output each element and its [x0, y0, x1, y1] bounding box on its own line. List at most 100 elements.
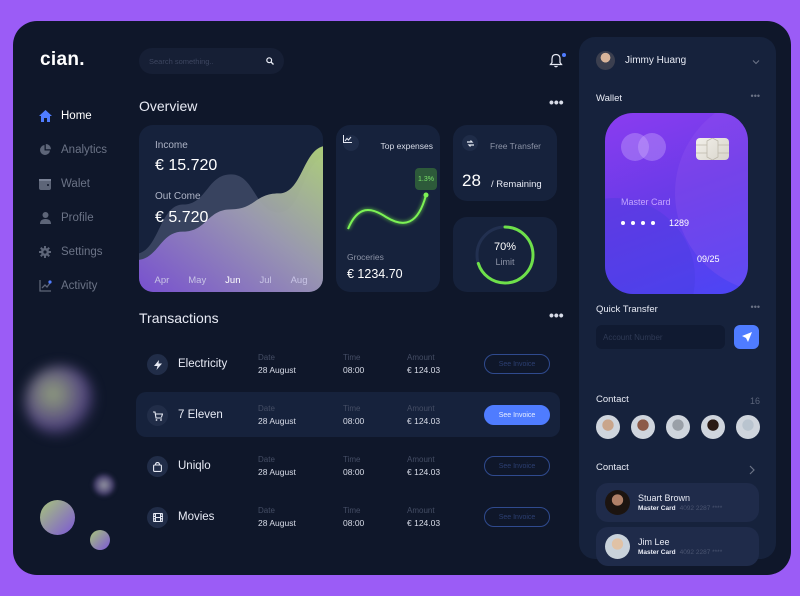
contact-avatar[interactable] — [631, 415, 655, 439]
income-card: Income € 15.720 Out Come € 5.720 Apr May… — [139, 125, 323, 292]
pie-chart-icon — [38, 143, 52, 157]
see-invoice-button[interactable]: See Invoice — [484, 405, 550, 425]
free-transfer-count: 28 — [462, 171, 481, 190]
contact-card-number: 4092 2287 **** — [679, 505, 723, 512]
sidebar-item-activity[interactable]: Activity — [38, 269, 107, 303]
sidebar-item-label: Walet — [61, 178, 90, 190]
date-value: 28 August — [258, 416, 296, 426]
gear-icon — [38, 245, 52, 259]
see-invoice-button[interactable]: See Invoice — [484, 507, 550, 527]
month-tick[interactable]: Aug — [291, 275, 308, 286]
search-bar — [139, 48, 284, 74]
see-invoice-button[interactable]: See Invoice — [484, 354, 550, 374]
date-value: 28 August — [258, 467, 296, 477]
transaction-name: Electricity — [178, 358, 228, 370]
send-button[interactable] — [734, 325, 759, 349]
contact-card-number: 4092 2287 **** — [679, 549, 723, 556]
bell-icon[interactable] — [549, 53, 566, 69]
free-transfer-suffix: / Remaining — [491, 179, 542, 190]
month-tick[interactable]: Jun — [225, 275, 240, 286]
home-icon — [38, 109, 52, 123]
income-label: Income — [155, 140, 188, 151]
decorative-orb — [40, 500, 75, 535]
user-menu[interactable]: Jimmy Huang — [596, 51, 686, 70]
month-tick[interactable]: May — [188, 275, 206, 286]
date-label: Date — [258, 455, 275, 464]
limit-progress-ring — [475, 225, 535, 285]
contact-avatar[interactable] — [736, 415, 760, 439]
expense-amount: € 1234.70 — [347, 267, 403, 281]
quick-transfer-more-button[interactable]: ••• — [751, 302, 760, 312]
contact-title: Contact — [596, 394, 629, 405]
sidebar-item-label: Activity — [61, 280, 98, 292]
time-value: 08:00 — [343, 416, 365, 426]
contact-avatar — [605, 490, 630, 515]
contact-avatar — [605, 534, 630, 559]
amount-label: Amount — [407, 506, 435, 515]
amount-label: Amount — [407, 353, 435, 362]
time-label: Time — [343, 353, 361, 362]
overview-more-button[interactable]: ••• — [549, 95, 564, 109]
amount-label: Amount — [407, 455, 435, 464]
expense-category: Groceries — [347, 252, 384, 262]
card-expiry: 09/25 — [697, 254, 720, 264]
income-value: € 15.720 — [155, 157, 218, 174]
amount-value: € 124.03 — [407, 365, 441, 375]
credit-card[interactable]: Master Card 1289 09/25 — [605, 113, 748, 294]
send-icon — [741, 332, 752, 342]
cart-icon — [147, 405, 168, 426]
account-number-input[interactable] — [596, 325, 725, 349]
time-value: 08:00 — [343, 518, 365, 528]
see-invoice-button[interactable]: See Invoice — [484, 456, 550, 476]
month-tick[interactable]: Jul — [259, 275, 271, 286]
outcome-label: Out Come — [155, 191, 201, 202]
contact-card-type: Master Card — [638, 505, 676, 512]
date-value: 28 August — [258, 365, 296, 375]
percent-badge: 1.3% — [415, 168, 437, 190]
contact-list-title: Contact — [596, 462, 629, 473]
transaction-row[interactable]: Uniqlo Date 28 August Time 08:00 Amount € 1… — [136, 443, 560, 488]
transaction-name: Uniqlo — [178, 460, 211, 472]
time-label: Time — [343, 455, 361, 464]
transaction-row[interactable]: Movies Date 28 August Time 08:00 Amount € 1… — [136, 494, 560, 539]
contact-avatars — [596, 415, 760, 439]
chevron-down-icon[interactable] — [752, 58, 760, 66]
wallet-more-button[interactable]: ••• — [751, 91, 760, 101]
sidebar-item-settings[interactable]: Settings — [38, 235, 107, 269]
card-last-digits: 1289 — [669, 218, 690, 228]
wallet-icon — [38, 177, 52, 191]
transfer-icon — [462, 135, 478, 151]
sidebar-item-home[interactable]: Home — [38, 99, 107, 133]
month-tick[interactable]: Apr — [154, 275, 169, 286]
contact-card[interactable]: Jim Lee Master Card 4092 2287 **** — [596, 527, 759, 566]
amount-label: Amount — [407, 404, 435, 413]
amount-value: € 124.03 — [407, 518, 441, 528]
app-window: cian. Home Analytics Walet Profile Setti… — [13, 21, 791, 575]
date-label: Date — [258, 506, 275, 515]
search-icon[interactable] — [266, 52, 274, 70]
date-value: 28 August — [258, 518, 296, 528]
contact-avatar[interactable] — [666, 415, 690, 439]
sidebar-item-profile[interactable]: Profile — [38, 201, 107, 235]
user-avatar — [596, 51, 615, 70]
chevron-right-icon[interactable] — [748, 465, 756, 475]
wallet-title: Wallet — [596, 93, 623, 104]
card-chip-icon — [696, 137, 729, 161]
limit-card: 70% Limit — [453, 217, 557, 292]
time-value: 08:00 — [343, 365, 365, 375]
transaction-row[interactable]: Electricity Date 28 August Time 08:00 Amou… — [136, 341, 560, 386]
limit-percent: 70% — [493, 241, 517, 253]
chart-icon — [343, 135, 359, 151]
contact-avatar[interactable] — [701, 415, 725, 439]
search-input[interactable] — [149, 56, 266, 66]
transaction-name: Movies — [178, 511, 215, 523]
contact-card[interactable]: Stuart Brown Master Card 4092 2287 **** — [596, 483, 759, 522]
sidebar-item-analytics[interactable]: Analytics — [38, 133, 107, 167]
sidebar-item-wallet[interactable]: Walet — [38, 167, 107, 201]
limit-label: Limit — [495, 257, 515, 267]
contact-avatar[interactable] — [596, 415, 620, 439]
transaction-row[interactable]: 7 Eleven Date 28 August Time 08:00 Amount €… — [136, 392, 560, 437]
transactions-more-button[interactable]: ••• — [549, 308, 564, 322]
top-expenses-card: Top expenses 1.3% Groceries € 1234.70 — [336, 125, 440, 292]
time-value: 08:00 — [343, 467, 365, 477]
